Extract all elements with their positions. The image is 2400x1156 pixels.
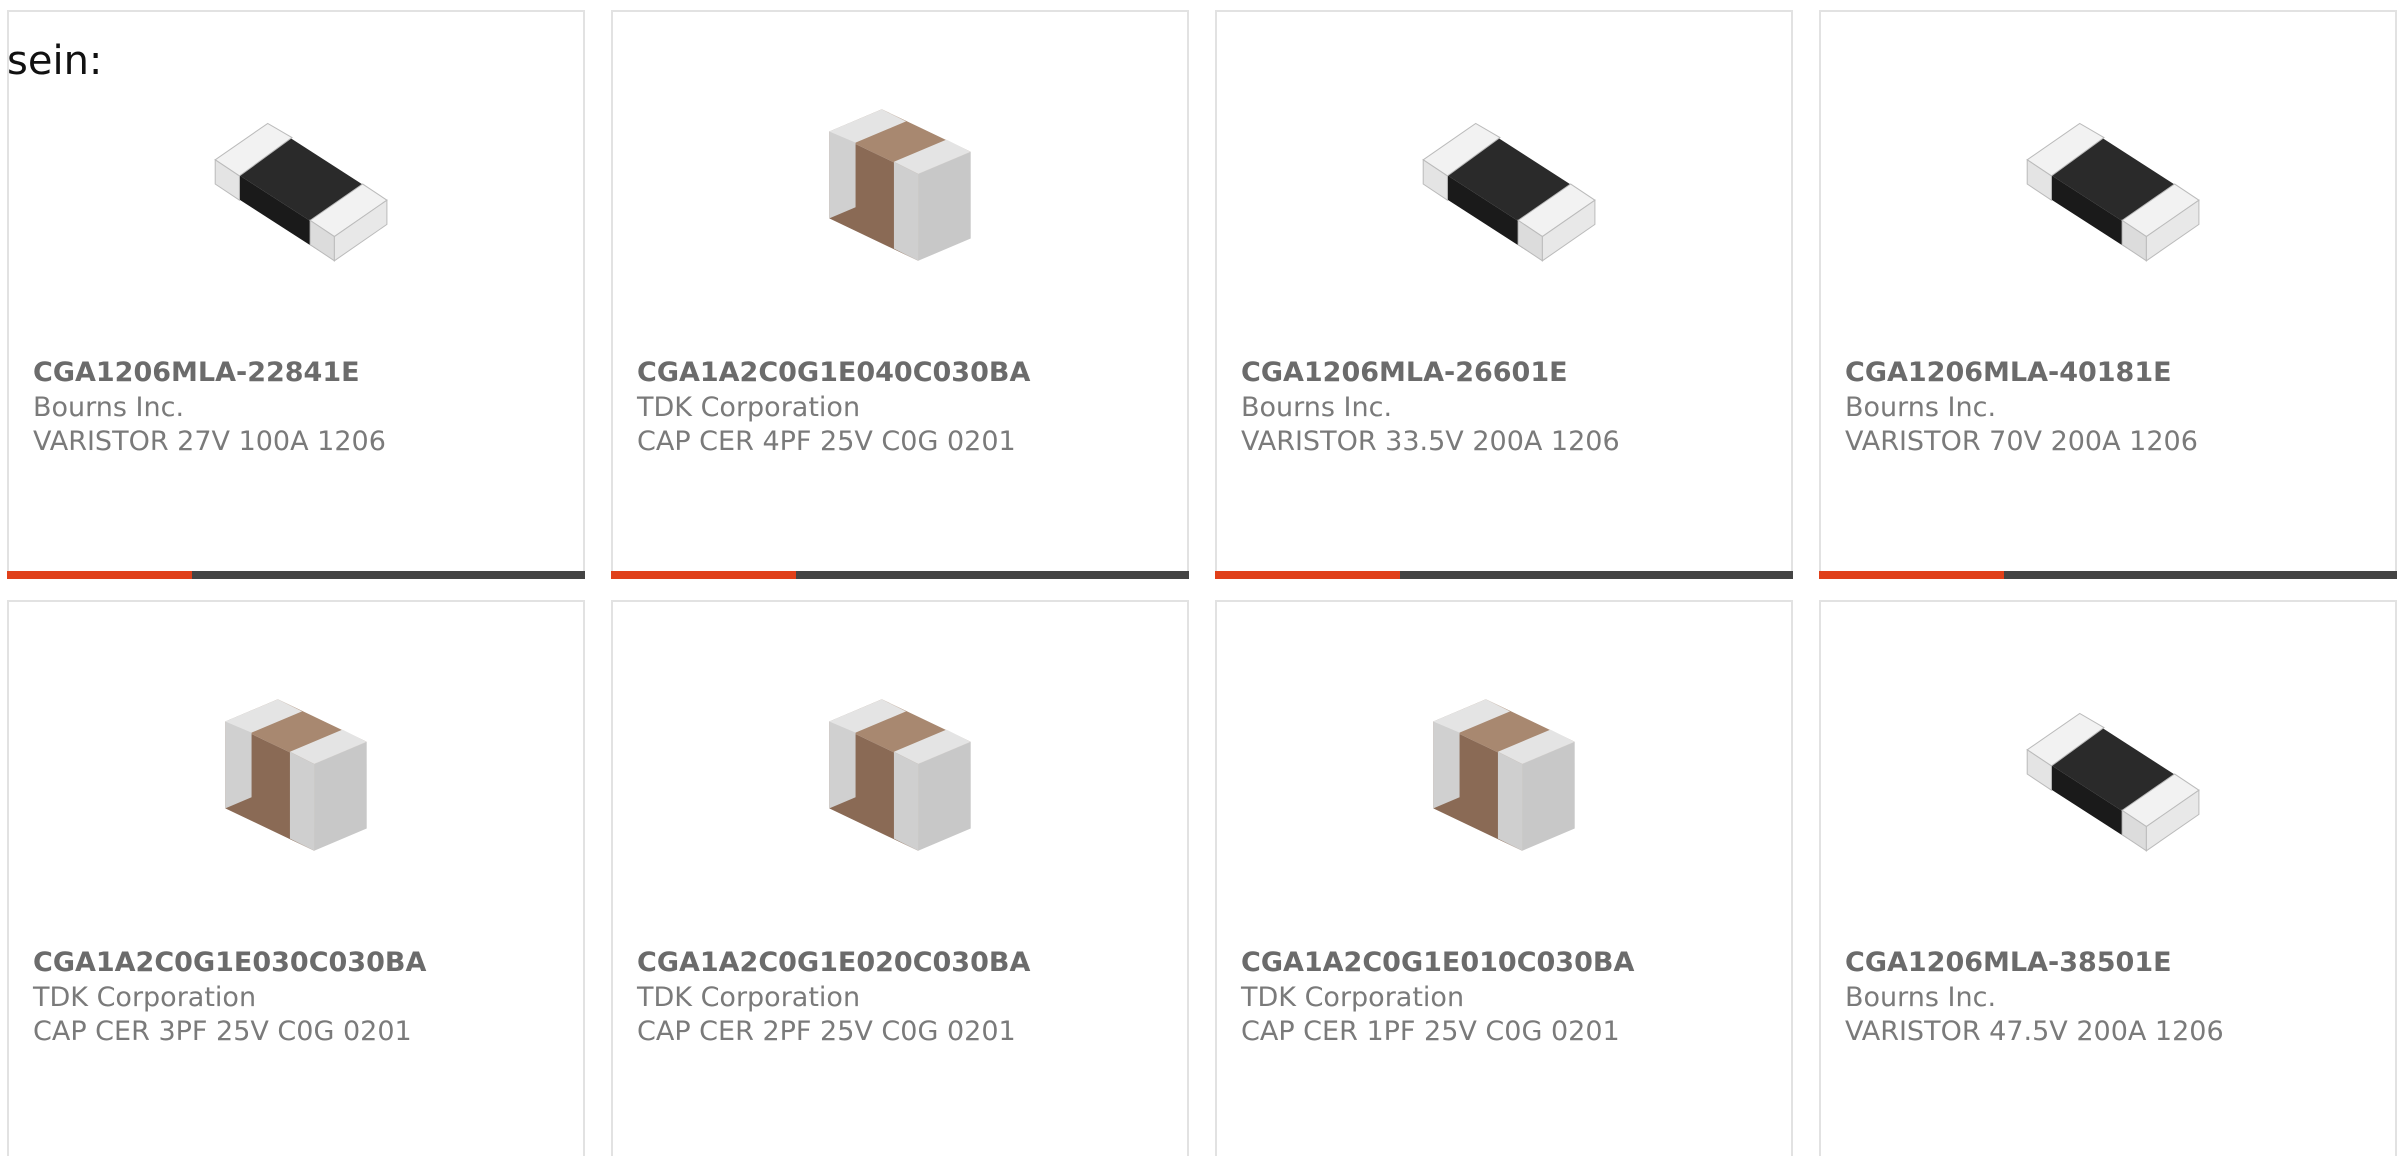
manufacturer: TDK Corporation	[33, 982, 257, 1013]
manufacturer: TDK Corporation	[637, 392, 861, 423]
description: CAP CER 2PF 25V C0G 0201	[637, 1016, 1016, 1047]
manufacturer: Bourns Inc.	[33, 392, 185, 423]
product-card[interactable]: CGA1206MLA-38501E Bourns Inc. VARISTOR 4…	[1819, 600, 2397, 1156]
part-number[interactable]: CGA1A2C0G1E030C030BA	[33, 947, 426, 978]
manufacturer: TDK Corporation	[637, 982, 861, 1013]
progress-bar	[611, 571, 1189, 579]
varistor-chip-icon[interactable]	[2007, 671, 2209, 873]
product-grid: CGA1206MLA-22841E Bourns Inc. VARISTOR 2…	[0, 0, 2400, 1156]
progress-bar	[1215, 571, 1793, 579]
part-number[interactable]: CGA1206MLA-22841E	[33, 357, 360, 388]
part-number[interactable]: CGA1A2C0G1E040C030BA	[637, 357, 1030, 388]
manufacturer: Bourns Inc.	[1241, 392, 1393, 423]
product-card[interactable]: CGA1206MLA-22841E Bourns Inc. VARISTOR 2…	[7, 10, 585, 579]
manufacturer: TDK Corporation	[1241, 982, 1465, 1013]
varistor-chip-icon[interactable]	[1403, 81, 1605, 283]
manufacturer: Bourns Inc.	[1845, 982, 1997, 1013]
part-number[interactable]: CGA1206MLA-40181E	[1845, 357, 2172, 388]
product-card[interactable]: CGA1A2C0G1E030C030BA TDK Corporation CAP…	[7, 600, 585, 1156]
description: CAP CER 1PF 25V C0G 0201	[1241, 1016, 1620, 1047]
ceramic-capacitor-chip-icon[interactable]	[195, 671, 397, 873]
description: CAP CER 3PF 25V C0G 0201	[33, 1016, 412, 1047]
progress-bar	[7, 571, 585, 579]
product-card[interactable]: CGA1206MLA-40181E Bourns Inc. VARISTOR 7…	[1819, 10, 2397, 579]
product-card[interactable]: CGA1A2C0G1E040C030BA TDK Corporation CAP…	[611, 10, 1189, 579]
varistor-chip-icon[interactable]	[195, 81, 397, 283]
part-number[interactable]: CGA1206MLA-38501E	[1845, 947, 2172, 978]
varistor-chip-icon[interactable]	[2007, 81, 2209, 283]
description: VARISTOR 27V 100A 1206	[33, 426, 386, 457]
progress-bar	[1819, 571, 2397, 579]
description: CAP CER 4PF 25V C0G 0201	[637, 426, 1016, 457]
product-card[interactable]: CGA1206MLA-26601E Bourns Inc. VARISTOR 3…	[1215, 10, 1793, 579]
ceramic-capacitor-chip-icon[interactable]	[1403, 671, 1605, 873]
progress-fill	[1819, 571, 2004, 579]
progress-fill	[1215, 571, 1400, 579]
description: VARISTOR 33.5V 200A 1206	[1241, 426, 1620, 457]
ceramic-capacitor-chip-icon[interactable]	[799, 81, 1001, 283]
intro-text: sein:	[7, 38, 103, 84]
part-number[interactable]: CGA1206MLA-26601E	[1241, 357, 1568, 388]
progress-fill	[611, 571, 796, 579]
part-number[interactable]: CGA1A2C0G1E020C030BA	[637, 947, 1030, 978]
ceramic-capacitor-chip-icon[interactable]	[799, 671, 1001, 873]
description: VARISTOR 70V 200A 1206	[1845, 426, 2198, 457]
product-card[interactable]: CGA1A2C0G1E010C030BA TDK Corporation CAP…	[1215, 600, 1793, 1156]
part-number[interactable]: CGA1A2C0G1E010C030BA	[1241, 947, 1634, 978]
product-card[interactable]: CGA1A2C0G1E020C030BA TDK Corporation CAP…	[611, 600, 1189, 1156]
description: VARISTOR 47.5V 200A 1206	[1845, 1016, 2224, 1047]
progress-fill	[7, 571, 192, 579]
manufacturer: Bourns Inc.	[1845, 392, 1997, 423]
